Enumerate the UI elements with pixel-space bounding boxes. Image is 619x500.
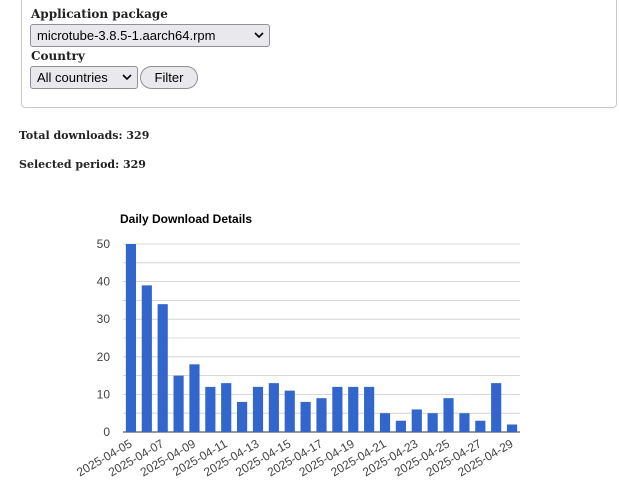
bar-2025-04-17[interactable] <box>316 398 327 432</box>
bar-2025-04-14[interactable] <box>268 383 279 432</box>
bar-2025-04-12[interactable] <box>237 401 248 432</box>
bar-2025-04-15[interactable] <box>284 390 295 432</box>
bar-2025-04-29[interactable] <box>506 424 518 432</box>
bar-2025-04-19[interactable] <box>348 386 359 432</box>
bar-2025-04-20[interactable] <box>364 386 375 432</box>
bar-2025-04-26[interactable] <box>459 413 470 432</box>
bar-2025-04-23[interactable] <box>411 409 422 432</box>
bar-2025-04-07[interactable] <box>157 304 168 432</box>
y-tick-label: 20 <box>97 350 111 364</box>
y-tick-label: 50 <box>97 237 111 251</box>
bar-2025-04-11[interactable] <box>221 383 232 432</box>
bar-2025-04-18[interactable] <box>332 386 343 432</box>
bar-2025-04-22[interactable] <box>395 420 406 432</box>
bar-2025-04-08[interactable] <box>173 375 184 432</box>
bar-2025-04-21[interactable] <box>379 413 391 432</box>
bar-2025-04-16[interactable] <box>300 401 311 432</box>
bar-2025-04-27[interactable] <box>475 420 486 432</box>
y-tick-label: 30 <box>97 312 111 326</box>
bar-2025-04-09[interactable] <box>189 364 200 432</box>
bar-2025-04-13[interactable] <box>252 386 264 432</box>
bar-2025-04-28[interactable] <box>491 383 502 432</box>
bar-2025-04-10[interactable] <box>205 386 216 432</box>
bar-2025-04-25[interactable] <box>443 398 454 432</box>
y-tick-label: 0 <box>103 425 110 439</box>
y-tick-label: 10 <box>97 387 111 401</box>
bar-2025-04-24[interactable] <box>427 413 438 432</box>
bar-2025-04-05[interactable] <box>125 244 137 432</box>
y-tick-label: 40 <box>97 275 111 289</box>
download-chart: 010203040502025-04-052025-04-072025-04-0… <box>74 237 520 479</box>
bar-2025-04-06[interactable] <box>141 285 152 432</box>
